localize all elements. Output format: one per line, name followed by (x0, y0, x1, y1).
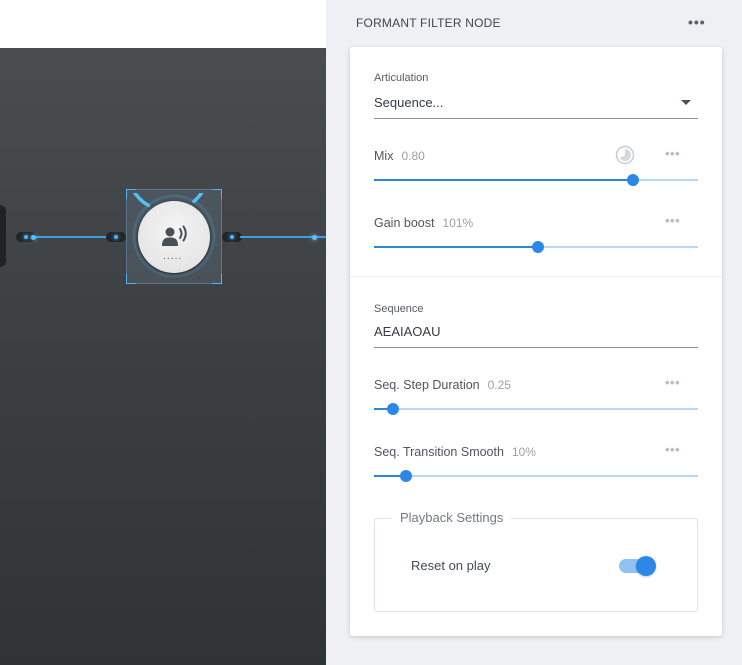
mix-value: 0.80 (401, 149, 425, 163)
playback-settings-title: Playback Settings (392, 510, 512, 525)
reset-on-play-label: Reset on play (411, 558, 491, 573)
articulation-underline (374, 118, 698, 119)
voice-speaker-icon (162, 225, 187, 246)
seq-transition-smooth-more-button[interactable]: ••• (665, 442, 680, 457)
articulation-label: Articulation (374, 72, 429, 84)
previous-node[interactable] (0, 205, 6, 267)
wire-endpoint (31, 234, 36, 240)
modulation-icon[interactable] (615, 145, 635, 165)
sequence-input[interactable]: AEAIAOAU (374, 324, 440, 339)
gain-boost-value: 101% (442, 216, 474, 230)
output-port[interactable] (222, 232, 242, 242)
wire-endpoint (312, 234, 317, 240)
articulation-select[interactable]: Sequence... (374, 95, 443, 110)
canvas-topbar (0, 0, 326, 48)
mix-slider[interactable] (374, 174, 698, 186)
mix-label: Mix 0.80 (374, 149, 425, 163)
gain-boost-slider-fill (374, 246, 538, 248)
seq-transition-smooth-value: 10% (511, 445, 536, 459)
gain-boost-more-button[interactable]: ••• (665, 213, 680, 228)
seq-transition-smooth-label: Seq. Transition Smooth 10% (374, 445, 536, 459)
section-divider (350, 276, 722, 277)
mix-more-button[interactable]: ••• (665, 146, 680, 161)
caret-down-icon[interactable] (681, 100, 691, 105)
node-status-dots: ..... (163, 252, 183, 262)
seq-transition-smooth-slider[interactable] (374, 470, 698, 482)
gain-boost-label: Gain boost 101% (374, 216, 474, 230)
gain-boost-slider-thumb[interactable] (531, 241, 544, 253)
input-port[interactable] (106, 232, 126, 242)
mix-slider-fill (374, 179, 634, 181)
sequence-underline (374, 347, 698, 348)
seq-step-duration-value: 0.25 (487, 378, 511, 392)
formant-filter-node[interactable]: ..... (138, 201, 210, 273)
sequence-label: Sequence (374, 303, 424, 315)
panel-title: FORMANT FILTER NODE (356, 16, 501, 30)
node-canvas[interactable] (0, 48, 326, 665)
seq-step-duration-more-button[interactable]: ••• (665, 375, 680, 390)
seq-step-duration-label: Seq. Step Duration 0.25 (374, 378, 511, 392)
more-horizontal-icon[interactable]: ••• (688, 14, 706, 30)
gain-boost-slider[interactable] (374, 241, 698, 253)
reset-on-play-toggle-thumb[interactable] (636, 556, 656, 576)
seq-step-duration-slider[interactable] (374, 403, 698, 415)
connection-wire-in[interactable] (34, 236, 110, 238)
